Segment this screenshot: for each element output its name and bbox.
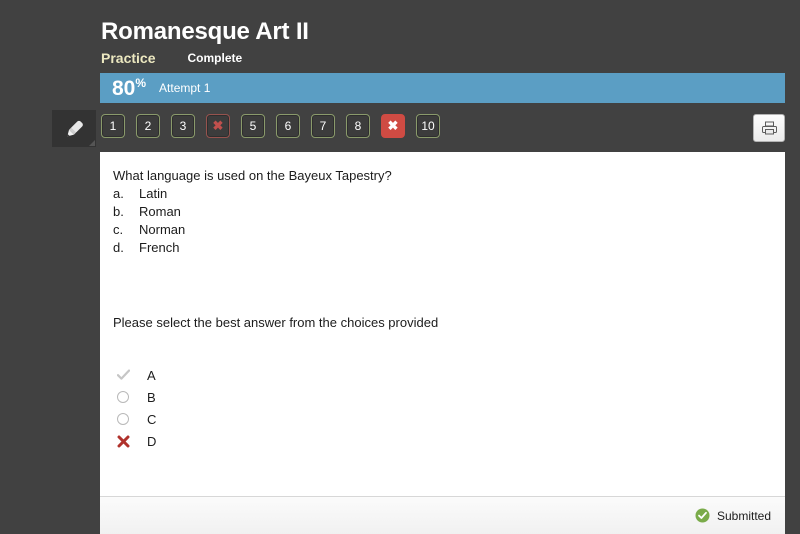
question-nav-button-10[interactable]: 10 — [416, 114, 440, 138]
answer-label-b: B — [147, 389, 156, 405]
question-nav-button-4[interactable]: ✖ — [206, 114, 230, 138]
radio-unselected-icon[interactable] — [113, 391, 139, 403]
answer-option-a[interactable]: A — [113, 364, 785, 386]
score-bar: 80% Attempt 1 — [100, 73, 785, 103]
printer-icon — [761, 121, 777, 135]
question-choice-c: c. Norman — [113, 221, 785, 239]
print-button[interactable] — [753, 114, 785, 142]
answer-option-d[interactable]: D — [113, 430, 785, 452]
radio-unselected-icon[interactable] — [113, 413, 139, 425]
answer-options: A B C D — [113, 364, 785, 452]
answer-option-c[interactable]: C — [113, 408, 785, 430]
question-nav[interactable]: 1 2 3 ✖ 5 6 7 8 ✖ 10 — [101, 114, 451, 138]
correct-check-icon — [113, 369, 139, 381]
question-nav-button-2[interactable]: 2 — [136, 114, 160, 138]
choice-text-c: Norman — [139, 222, 186, 237]
card-footer: Submitted — [100, 496, 785, 534]
choice-letter-b: b. — [113, 204, 124, 219]
question-nav-button-5[interactable]: 5 — [241, 114, 265, 138]
pencil-icon — [67, 120, 83, 136]
answer-label-d: D — [147, 433, 157, 449]
status-badge: Submitted — [695, 508, 771, 523]
question-choice-d: d. French — [113, 239, 785, 257]
choice-text-d: French — [139, 240, 180, 255]
question-choice-b: b. Roman — [113, 203, 785, 221]
answer-label-c: C — [147, 411, 157, 427]
question-nav-button-1[interactable]: 1 — [101, 114, 125, 138]
score-value: 80 — [112, 76, 136, 100]
submitted-label: Submitted — [716, 508, 771, 523]
pencil-tool-button[interactable] — [52, 110, 96, 147]
check-circle-icon — [695, 508, 710, 523]
choice-letter-d: d. — [113, 240, 124, 255]
choice-letter-c: c. — [113, 222, 124, 237]
question-nav-button-9[interactable]: ✖ — [381, 114, 405, 138]
answer-instruction: Please select the best answer from the c… — [113, 315, 439, 330]
choice-text-a: Latin — [139, 186, 168, 201]
question-stem: What language is used on the Bayeux Tape… — [113, 168, 392, 183]
score-percent-symbol: % — [135, 76, 147, 90]
question-nav-button-6[interactable]: 6 — [276, 114, 300, 138]
answer-option-b[interactable]: B — [113, 386, 785, 408]
incorrect-cross-icon — [113, 435, 139, 448]
status-row: Practice Complete — [101, 50, 242, 66]
question-body: What language is used on the Bayeux Tape… — [100, 152, 785, 496]
status-complete: Complete — [187, 51, 243, 65]
choice-letter-a: a. — [113, 186, 124, 201]
page-title: Romanesque Art II — [101, 18, 309, 45]
attempt-label: Attempt 1 — [159, 81, 211, 95]
answer-label-a: A — [147, 367, 156, 383]
question-card: What language is used on the Bayeux Tape… — [100, 152, 785, 534]
question-nav-button-7[interactable]: 7 — [311, 114, 335, 138]
choice-text-b: Roman — [139, 204, 181, 219]
question-nav-button-8[interactable]: 8 — [346, 114, 370, 138]
resize-handle-icon[interactable] — [89, 140, 95, 146]
status-practice: Practice — [101, 50, 156, 66]
question-nav-button-3[interactable]: 3 — [171, 114, 195, 138]
question-choice-list: a. Latin b. Roman c. Norman d. French — [113, 185, 785, 257]
question-choice-a: a. Latin — [113, 185, 785, 203]
